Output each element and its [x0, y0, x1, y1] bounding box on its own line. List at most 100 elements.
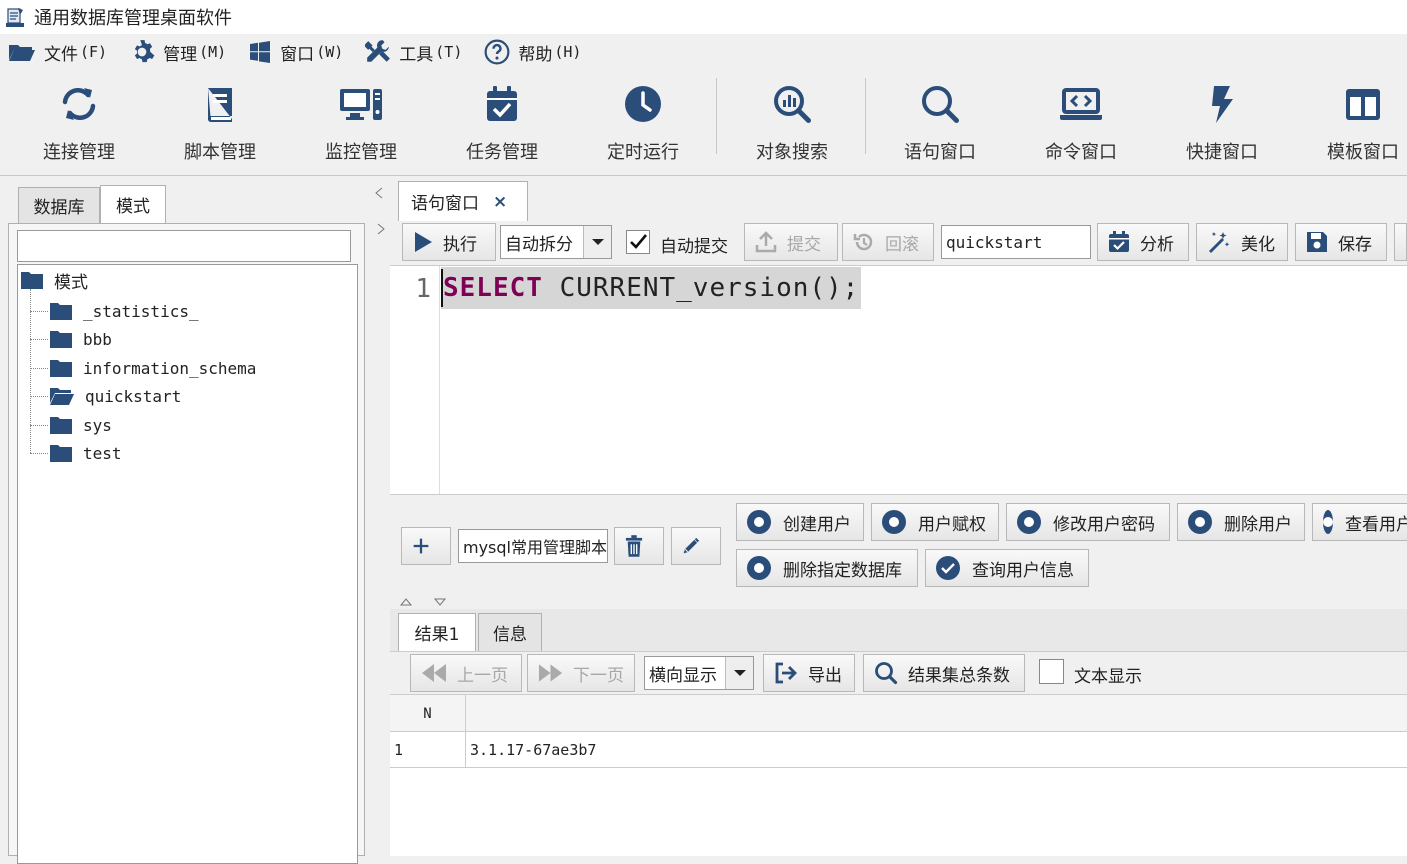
tree-item-bbb[interactable]: bbb [49, 326, 112, 352]
run-label: 执行 [443, 234, 477, 255]
menu-tools[interactable]: 工具 (T) [365, 37, 462, 67]
editor-area: 语句窗口 × 执行 自动拆分 自动提交 提交 回滚 quickstart 分析 … [390, 177, 1407, 856]
delete-script-button[interactable] [614, 527, 664, 565]
tab-result-1[interactable]: 结果1 [398, 613, 476, 651]
columns-icon [1346, 89, 1380, 120]
title-bar: 通用数据库管理桌面软件 [0, 0, 1407, 34]
quick-query-user-info-button[interactable]: 查询用户信息 [925, 549, 1089, 587]
quick-create-user-button[interactable]: 创建用户 [736, 503, 864, 541]
toolbar-quick-window-button[interactable]: 快捷窗口 [1157, 80, 1287, 170]
autocommit-label: 自动提交 [660, 237, 728, 257]
split-mode-value: 自动拆分 [505, 234, 573, 255]
export-button[interactable]: 导出 [763, 654, 855, 692]
menu-bar: 文件 (F) 管理 (M) 窗口 (W) 工具 (T) 帮助 (H) [0, 34, 1407, 70]
gear-icon [134, 40, 155, 63]
calendar-check-icon [1109, 231, 1129, 252]
expand-down-icon[interactable] [434, 598, 446, 606]
radio-dot-icon [747, 510, 771, 534]
tab-database[interactable]: 数据库 [18, 187, 100, 223]
menu-file[interactable]: 文件 (F) [8, 37, 107, 67]
menu-manage[interactable]: 管理 (M) [129, 37, 226, 67]
tree-item-label: bbb [83, 329, 112, 349]
search-chart-icon [774, 86, 811, 123]
radio-dot-icon [1188, 510, 1212, 534]
sql-keyword: SELECT [443, 273, 543, 303]
toolbar-sql-window-label: 语句窗口 [904, 142, 976, 163]
quick-change-password-button[interactable]: 修改用户密码 [1006, 503, 1170, 541]
beautify-button[interactable]: 美化 [1196, 223, 1288, 261]
quick-view-user-button[interactable]: 查看用户 [1312, 503, 1407, 541]
quick-delete-user-button[interactable]: 删除用户 [1177, 503, 1305, 541]
edit-script-button[interactable] [671, 527, 721, 565]
sign-out-icon [775, 662, 797, 684]
display-mode-select[interactable]: 横向显示 [644, 656, 754, 690]
panel-splitter[interactable] [366, 177, 390, 856]
tab-info[interactable]: 信息 [478, 613, 542, 651]
run-button[interactable]: 执行 [402, 223, 496, 261]
menu-window-key: (W) [316, 43, 344, 61]
tree-item-information-schema[interactable]: information_schema [49, 355, 256, 381]
schema-input[interactable]: quickstart [941, 225, 1091, 259]
code-line[interactable]: SELECT CURRENT_version(); [441, 267, 862, 309]
tab-sql-window[interactable]: 语句窗口 × [398, 181, 528, 221]
toolbar-connection-button[interactable]: 连接管理 [14, 80, 144, 170]
collapse-left-icon[interactable] [374, 187, 384, 199]
tree-item-statistics[interactable]: _statistics_ [49, 298, 199, 324]
rollback-button[interactable]: 回滚 [842, 223, 934, 261]
toolbar-template-window-button[interactable]: 模板窗口 [1298, 80, 1407, 170]
expand-right-icon[interactable] [376, 223, 386, 235]
app-logo-icon [6, 8, 24, 27]
text-display-checkbox[interactable] [1039, 659, 1064, 684]
menu-window-label: 窗口 [280, 44, 315, 65]
toolbar-command-window-label: 命令窗口 [1045, 142, 1117, 163]
sql-editor[interactable]: 1 SELECT CURRENT_version(); [390, 265, 1407, 495]
autocommit-checkbox[interactable] [626, 230, 650, 254]
folder-icon [50, 303, 72, 320]
toolbar-object-search-button[interactable]: 对象搜索 [727, 80, 857, 170]
tree-item-quickstart[interactable]: quickstart [49, 383, 181, 409]
commit-button[interactable]: 提交 [744, 223, 838, 261]
tree-item-test[interactable]: test [49, 440, 122, 466]
row-number-cell: 1 [394, 740, 404, 759]
schema-panel: 模式 _statistics_ bbb information_schema q… [8, 223, 365, 864]
table-row-number[interactable]: 1 [390, 732, 466, 768]
close-icon[interactable]: × [493, 192, 507, 212]
tab-database-label: 数据库 [33, 198, 85, 218]
quick-delete-user-label: 删除用户 [1224, 514, 1292, 535]
checkmark-icon [630, 234, 647, 249]
toolbar-sql-window-button[interactable]: 语句窗口 [875, 80, 1005, 170]
result-count-button[interactable]: 结果集总条数 [863, 654, 1025, 692]
tab-schema[interactable]: 模式 [100, 185, 166, 223]
table-cell[interactable]: 3.1.17-67ae3b7 [466, 732, 1407, 768]
menu-help-label: 帮助 [518, 44, 553, 65]
toolbar-command-window-button[interactable]: 命令窗口 [1016, 80, 1146, 170]
left-panel: 数据库 模式 模式 _statistics_ bbb information_s… [0, 177, 372, 864]
quick-view-user-label: 查看用户 [1345, 514, 1407, 535]
toolbar-monitor-button[interactable]: 监控管理 [296, 80, 426, 170]
menu-window[interactable]: 窗口 (W) [248, 37, 343, 67]
prev-page-label: 上一页 [457, 665, 508, 686]
column-header-n[interactable]: N [390, 695, 466, 732]
schema-filter-input[interactable] [17, 230, 351, 262]
expand-up-icon[interactable] [400, 598, 412, 606]
quick-drop-database-button[interactable]: 删除指定数据库 [736, 549, 918, 587]
toolbar-overflow-button[interactable] [1394, 223, 1407, 261]
toolbar-schedule-button[interactable]: 定时运行 [578, 80, 708, 170]
menu-manage-label: 管理 [163, 44, 198, 65]
tree-item-sys[interactable]: sys [49, 412, 112, 438]
script-template-input[interactable]: mysql常用管理脚本 [458, 529, 608, 563]
save-button[interactable]: 保存 [1295, 223, 1387, 261]
add-script-button[interactable] [401, 527, 451, 565]
analyze-button[interactable]: 分析 [1097, 223, 1189, 261]
menu-help[interactable]: 帮助 (H) [484, 37, 581, 67]
toolbar-monitor-label: 监控管理 [325, 142, 397, 163]
toolbar-script-button[interactable]: 脚本管理 [155, 80, 285, 170]
column-header-label: N [423, 705, 432, 722]
toolbar-task-button[interactable]: 任务管理 [437, 80, 567, 170]
column-header-value[interactable] [466, 695, 1407, 732]
quick-grant-user-button[interactable]: 用户赋权 [871, 503, 999, 541]
prev-page-button[interactable]: 上一页 [410, 654, 522, 692]
toolbar-separator [865, 78, 866, 154]
next-page-button[interactable]: 下一页 [527, 654, 635, 692]
split-mode-select[interactable]: 自动拆分 [500, 225, 612, 259]
